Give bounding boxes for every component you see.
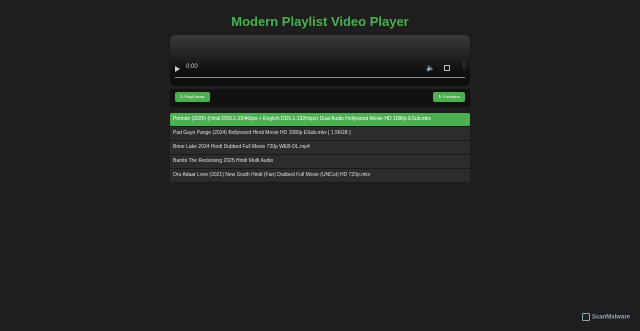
fullscreen-icon[interactable] — [444, 65, 450, 71]
page-title: Modern Playlist Video Player — [231, 14, 409, 29]
video-player[interactable]: 0:00 🔈 ⋮ — [170, 35, 470, 86]
more-vert-icon[interactable]: ⋮ — [460, 62, 468, 70]
control-bar: ↻ Play/Pause ↻ Followers — [170, 89, 470, 107]
watermark: ScanMalware — [581, 313, 630, 321]
volume-icon[interactable]: 🔈 — [426, 64, 435, 72]
followers-button[interactable]: ↻ Followers — [433, 92, 465, 102]
playlist-item[interactable]: Bone Lake 2024 Hindi Dubbed Full Movie 7… — [170, 141, 470, 155]
playlist: Primate (2025) (Hindi DD5.1-224Kbps + En… — [170, 113, 470, 183]
playlist-item[interactable]: Oru Adaar Love (2021) New South Hindi (F… — [170, 169, 470, 183]
playlist-item[interactable]: Bambi The Reckoning 2025 Hindi Multi Aud… — [170, 155, 470, 169]
playlist-item[interactable]: Pad Gaye Pange (2024) Bollywood Hindi Mo… — [170, 127, 470, 141]
time-display: 0:00 — [186, 64, 198, 70]
shield-icon — [581, 313, 590, 321]
playlist-item[interactable]: Primate (2025) (Hindi DD5.1-224Kbps + En… — [170, 113, 470, 127]
play-pause-button[interactable]: ↻ Play/Pause — [175, 92, 210, 102]
progress-slider[interactable] — [175, 77, 465, 78]
video-controls: 0:00 🔈 ⋮ — [170, 61, 470, 86]
play-icon[interactable] — [175, 66, 180, 72]
